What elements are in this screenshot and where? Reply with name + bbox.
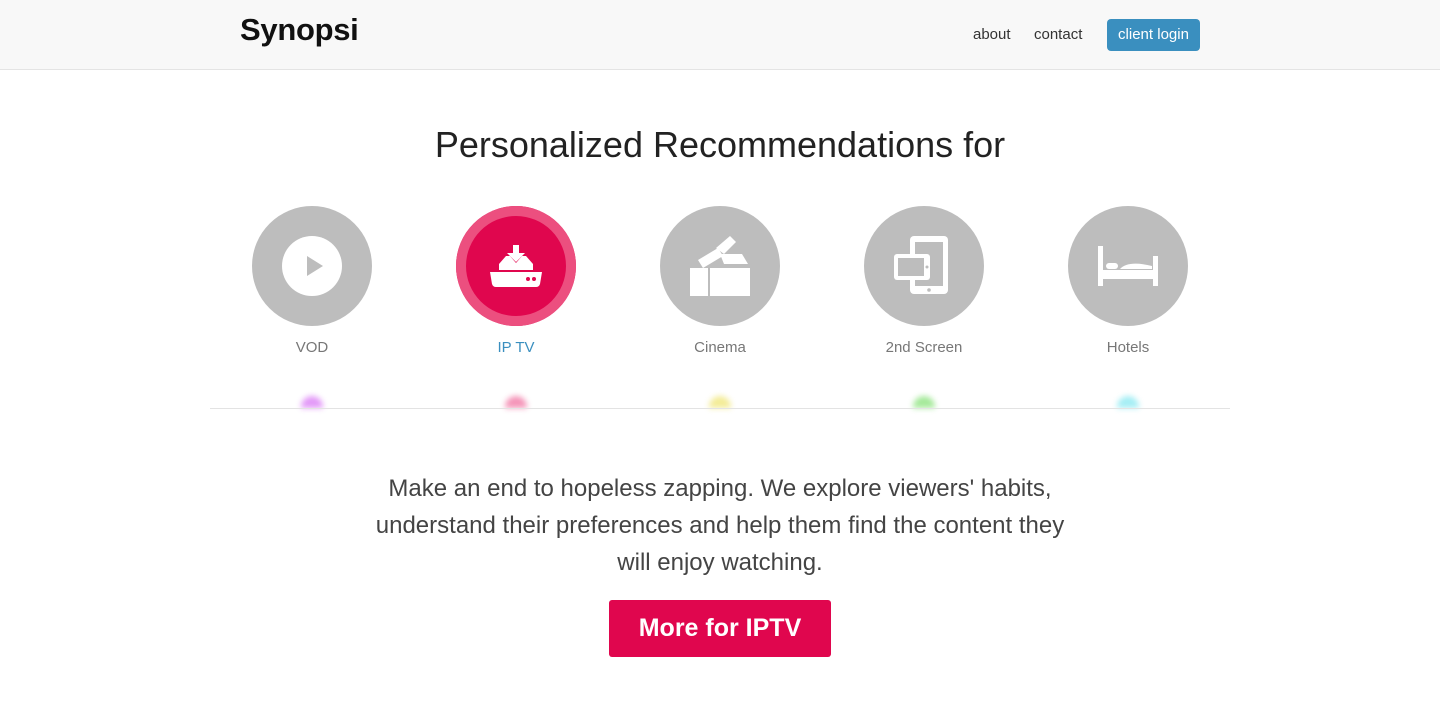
category-vod-label: VOD: [295, 339, 329, 356]
category-cinema-label: Cinema: [694, 339, 746, 356]
cinema-glow-indicator: [709, 396, 731, 408]
category-cinema-circle[interactable]: [660, 206, 780, 326]
client-login-button[interactable]: client login: [1107, 19, 1200, 51]
iptv-glow-indicator: [505, 396, 527, 408]
lead-paragraph: Make an end to hopeless zapping. We expl…: [375, 475, 1065, 576]
clapperboard-icon: [690, 236, 750, 296]
category-iptv-label: IP TV: [497, 339, 535, 356]
bed-icon: [1098, 246, 1158, 286]
site-logo[interactable]: Synopsi: [240, 12, 359, 48]
category-2nd-screen[interactable]: 2nd Screen: [844, 206, 1004, 356]
set-top-box-icon: [490, 245, 542, 287]
category-hotels-label: Hotels: [1106, 339, 1150, 356]
vod-glow-indicator: [301, 396, 323, 408]
category-cinema[interactable]: Cinema: [640, 206, 800, 356]
page-headline: Personalized Recommendations for: [434, 124, 1006, 165]
category-2nd-screen-label: 2nd Screen: [885, 339, 963, 356]
nav-contact-link[interactable]: contact: [1034, 26, 1082, 43]
category-2nd-screen-circle[interactable]: [864, 206, 984, 326]
section-divider: [210, 408, 1230, 409]
category-vod-circle[interactable]: [252, 206, 372, 326]
category-iptv[interactable]: IP TV: [436, 206, 596, 356]
category-vod[interactable]: VOD: [232, 206, 392, 356]
category-hotels-circle[interactable]: [1068, 206, 1188, 326]
site-header: Synopsi about contact client login: [0, 0, 1440, 70]
nav-about-link[interactable]: about: [973, 26, 1011, 43]
category-iptv-circle[interactable]: [456, 206, 576, 326]
hotels-glow-indicator: [1117, 396, 1139, 408]
category-hotels[interactable]: Hotels: [1048, 206, 1208, 356]
play-icon: [282, 236, 342, 296]
more-for-iptv-button[interactable]: More for IPTV: [609, 600, 831, 657]
devices-icon: [894, 236, 948, 294]
2nd-screen-glow-indicator: [913, 396, 935, 408]
